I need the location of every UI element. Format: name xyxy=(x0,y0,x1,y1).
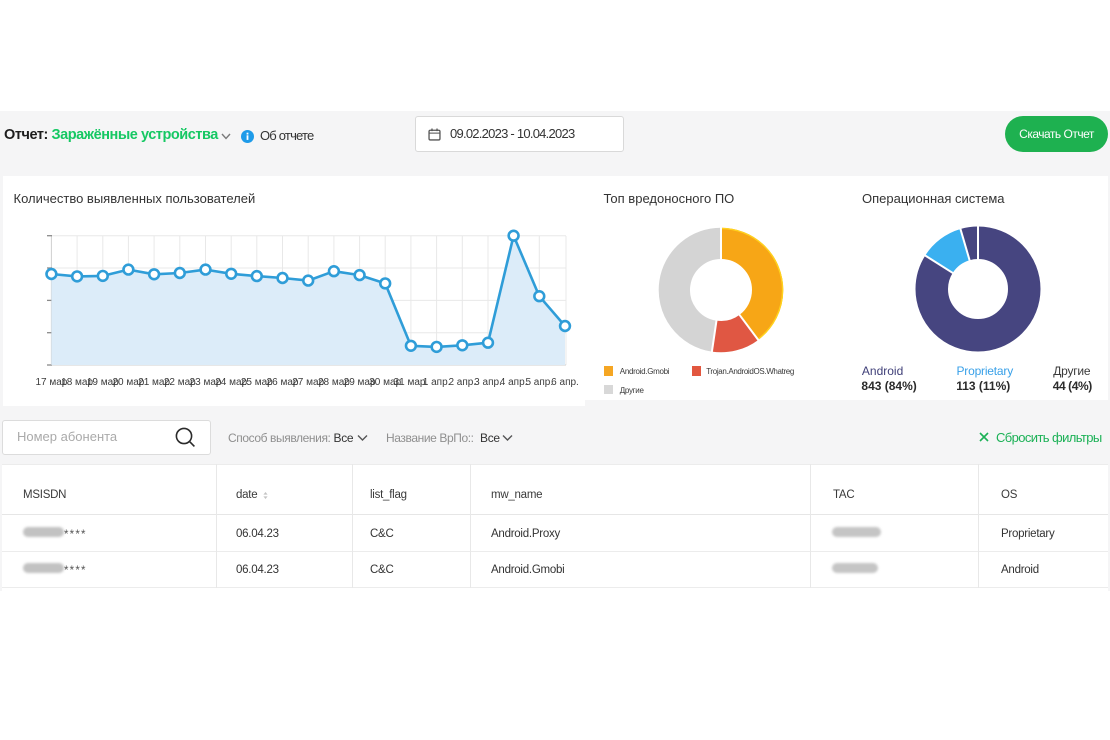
svg-text:4 апр.: 4 апр. xyxy=(500,377,528,388)
svg-text:5 апр.: 5 апр. xyxy=(525,377,553,388)
svg-text:3 апр.: 3 апр. xyxy=(474,377,502,388)
svg-text:2 апр.: 2 апр. xyxy=(448,377,476,388)
svg-text:1 апр.: 1 апр. xyxy=(423,377,451,388)
svg-text:6 апр.: 6 апр. xyxy=(551,377,579,388)
